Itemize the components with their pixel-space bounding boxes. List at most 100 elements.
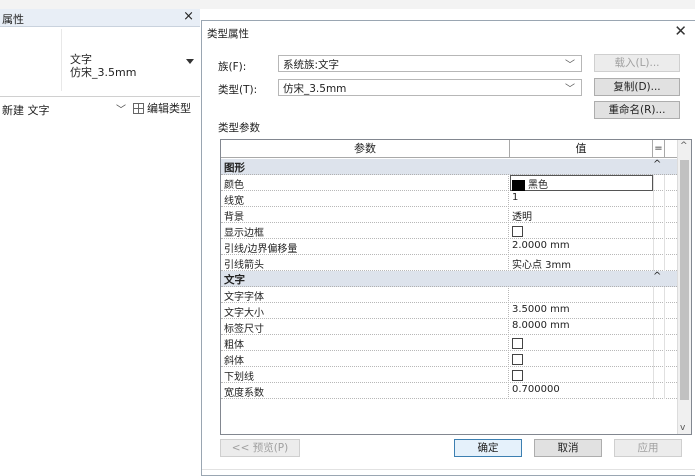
scroll-up-icon[interactable]: ^ (680, 141, 688, 151)
formula-cell (653, 207, 665, 223)
ok-button[interactable]: 确定 (454, 439, 522, 457)
show-border-checkbox[interactable] (512, 226, 523, 237)
param-row-leader-offset[interactable]: 引线/边界偏移量 2.0000 mm (221, 239, 677, 255)
formula-cell (653, 287, 665, 303)
param-value[interactable] (511, 288, 652, 303)
group-header-graphics[interactable]: 图形 ^ (221, 159, 677, 175)
param-name: 线宽 (224, 192, 509, 207)
param-name: 显示边框 (224, 224, 509, 239)
param-row-tab-size[interactable]: 标签尺寸 8.0000 mm (221, 319, 677, 335)
grid-scrollbar[interactable]: ^ v (677, 140, 691, 434)
group-header-text[interactable]: 文字 ^ (221, 271, 677, 287)
apply-button[interactable]: 应用 (614, 439, 682, 457)
chevron-down-icon: ﹀ (565, 60, 575, 71)
param-value[interactable]: 1 (511, 192, 652, 207)
properties-title-bar: 属性 × (0, 9, 200, 27)
formula-cell (653, 351, 665, 367)
scroll-down-icon[interactable]: v (680, 423, 685, 433)
chevron-down-icon[interactable]: ﹀ (116, 101, 126, 116)
param-row-background[interactable]: 背景 透明 (221, 207, 677, 223)
type-select[interactable]: 仿宋_3.5mm ﹀ (278, 79, 582, 96)
family-select[interactable]: 系统族:文字 ﹀ (278, 55, 582, 72)
param-name: 粗体 (224, 336, 509, 351)
grid-header: 参数 值 = (221, 140, 677, 158)
param-name: 文字大小 (224, 304, 509, 319)
formula-cell (653, 319, 665, 335)
formula-cell (653, 335, 665, 351)
param-row-italic[interactable]: 斜体 (221, 351, 677, 367)
dropdown-arrow-icon[interactable] (186, 59, 194, 64)
param-value[interactable]: 实心点 3mm (511, 256, 652, 271)
param-row-width-factor[interactable]: 宽度系数 0.700000 (221, 383, 677, 399)
cancel-button[interactable]: 取消 (534, 439, 602, 457)
underline-checkbox[interactable] (512, 370, 523, 381)
param-row-text-size[interactable]: 文字大小 3.5000 mm (221, 303, 677, 319)
scrollbar-thumb[interactable] (680, 160, 689, 400)
formula-cell (653, 223, 665, 239)
param-name: 标签尺寸 (224, 320, 509, 335)
param-row-bold[interactable]: 粗体 (221, 335, 677, 351)
param-value[interactable]: 透明 (511, 208, 652, 223)
dialog-title: 类型属性 (207, 28, 249, 40)
bold-checkbox[interactable] (512, 338, 523, 349)
close-icon[interactable]: × (183, 9, 194, 24)
properties-palette: 属性 × 文字 仿宋_3.5mm 新建 文字 ﹀ 编辑类型 (0, 9, 200, 476)
type-properties-dialog: 类型属性 ✕ 族(F): 系统族:文字 ﹀ 载入(L)... 类型(T): 仿宋… (201, 20, 695, 476)
formula-cell (653, 255, 665, 271)
param-value[interactable]: 0.700000 (511, 384, 652, 399)
type-parameters-label: 类型参数 (218, 122, 260, 134)
param-value[interactable]: 2.0000 mm (511, 240, 652, 255)
column-header-formula: = (653, 140, 665, 158)
column-header-parameter: 参数 (221, 140, 510, 158)
param-row-underline[interactable]: 下划线 (221, 367, 677, 383)
properties-title: 属性 (2, 13, 24, 26)
type-value: 仿宋_3.5mm (283, 83, 347, 95)
param-name: 下划线 (224, 368, 509, 383)
family-label: 族(F): (218, 61, 247, 73)
formula-cell (653, 239, 665, 255)
param-name: 斜体 (224, 352, 509, 367)
type-preview-image (0, 29, 62, 91)
param-value[interactable]: 3.5000 mm (511, 304, 652, 319)
param-name: 引线/边界偏移量 (224, 240, 509, 255)
param-name: 宽度系数 (224, 384, 509, 399)
formula-cell (653, 303, 665, 319)
dialog-close-icon[interactable]: ✕ (674, 22, 687, 40)
param-name: 引线箭头 (224, 256, 509, 271)
param-value-color[interactable]: 黑色 (510, 175, 653, 191)
param-row-show-border[interactable]: 显示边框 (221, 223, 677, 239)
type-selector[interactable]: 文字 仿宋_3.5mm (0, 27, 200, 97)
param-row-color[interactable]: 颜色 黑色 (221, 175, 677, 191)
instance-filter-select[interactable]: 新建 文字 (2, 102, 50, 118)
edit-type-icon (133, 102, 144, 114)
formula-cell (653, 383, 665, 399)
edit-type-button[interactable]: 编辑类型 (133, 100, 191, 116)
param-value-checkbox-cell (511, 336, 652, 351)
rename-button[interactable]: 重命名(R)... (594, 101, 680, 119)
param-value-checkbox-cell (511, 368, 652, 383)
color-value-text: 黑色 (528, 180, 548, 191)
param-row-leader-arrowhead[interactable]: 引线箭头 实心点 3mm (221, 255, 677, 271)
color-swatch (512, 179, 525, 191)
formula-cell (653, 367, 665, 383)
italic-checkbox[interactable] (512, 354, 523, 365)
preview-button[interactable]: << 预览(P) (220, 439, 300, 457)
parameters-grid: 参数 值 = 图形 ^ 颜色 黑色 线宽 1 背景 透明 显示边框 引线/边界偏… (220, 139, 692, 435)
collapse-icon[interactable]: ^ (653, 271, 661, 282)
family-value: 系统族:文字 (283, 59, 340, 71)
duplicate-button[interactable]: 复制(D)... (594, 78, 680, 96)
type-label: 类型(T): (218, 84, 258, 96)
load-button[interactable]: 载入(L)... (594, 54, 680, 72)
dialog-bottom-edge (202, 469, 695, 470)
param-name: 文字字体 (224, 288, 509, 303)
column-header-value: 值 (510, 140, 653, 158)
collapse-icon[interactable]: ^ (653, 159, 661, 170)
formula-cell (653, 191, 665, 207)
edit-type-label: 编辑类型 (147, 102, 191, 115)
type-name: 仿宋_3.5mm (70, 66, 137, 79)
param-value[interactable]: 8.0000 mm (511, 320, 652, 335)
instance-filter-row: 新建 文字 ﹀ 编辑类型 (0, 97, 200, 119)
param-name: 背景 (224, 208, 509, 223)
param-row-text-font[interactable]: 文字字体 (221, 287, 677, 303)
param-row-line-weight[interactable]: 线宽 1 (221, 191, 677, 207)
